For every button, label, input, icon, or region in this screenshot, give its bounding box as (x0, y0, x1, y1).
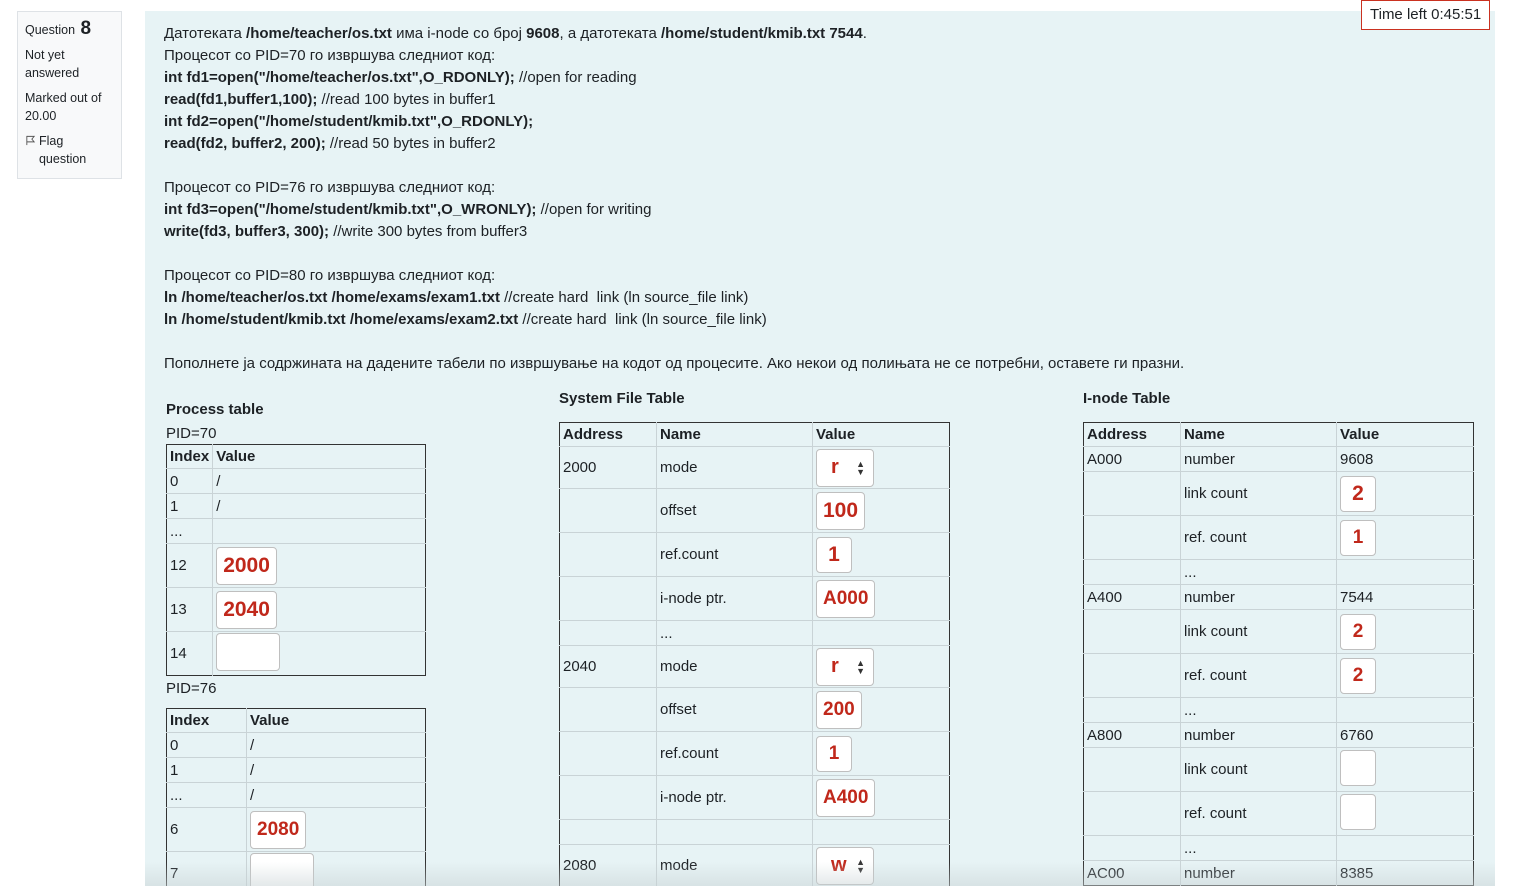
answer-field-fd-14[interactable] (216, 632, 281, 671)
linkcount-field-A400[interactable]: 2 (1340, 613, 1376, 650)
table-row: ref. count (1083, 791, 1474, 836)
answer-field-pid76-6[interactable]: 2080 (250, 810, 307, 849)
table-row: ... (559, 620, 950, 646)
mode-select-2080[interactable]: w ▲ ▼ (816, 846, 874, 885)
process-table-pid70: Index Value 0/ 1/ ... 12 2000 13 2040 14 (166, 444, 426, 676)
table-row: i-node ptr. A400 (559, 775, 950, 820)
table-row: 7 (166, 851, 426, 886)
table-row: 6 2080 (166, 807, 426, 852)
table-row: link count 2 (1083, 471, 1474, 516)
table-row: A000 number 9608 (1083, 446, 1474, 472)
offset-field-2040[interactable]: 200 (816, 690, 862, 729)
table-row: 0/ (166, 732, 426, 758)
question-info: Question 8 Not yet answered Marked out o… (17, 11, 122, 179)
table-row: 13 2040 (166, 587, 426, 632)
refcount-field-2000[interactable]: 1 (816, 536, 852, 573)
table-row: ref.count 1 (559, 731, 950, 776)
table-row: AC00 number 8385 (1083, 860, 1474, 886)
flag-icon (26, 135, 36, 146)
updown-arrow-icon: ▲ ▼ (856, 657, 865, 676)
question-state: Not yet answered (25, 48, 80, 80)
table-row (559, 819, 950, 845)
question-number: Question 8 (25, 18, 92, 39)
flag-question-link[interactable]: Flag question (25, 132, 114, 168)
refcount-field-2040[interactable]: 1 (816, 735, 852, 772)
table-row: offset 200 (559, 687, 950, 732)
table-row: ref. count 2 (1083, 653, 1474, 698)
inode-ptr-field-2040[interactable]: A400 (816, 778, 876, 817)
linkcount-field-A000[interactable]: 2 (1340, 475, 1376, 512)
table-row: ... (1083, 835, 1474, 861)
table-row: 2040 mode r ▲ ▼ (559, 645, 950, 688)
table-row: 14 (166, 631, 426, 676)
refcount-field-A000[interactable]: 1 (1340, 519, 1376, 556)
table-row: ref.count 1 (559, 532, 950, 577)
table-row: 12 2000 (166, 543, 426, 588)
updown-arrow-icon: ▲ ▼ (856, 458, 865, 477)
table-row: 2000 mode r ▲ ▼ (559, 446, 950, 489)
table-row: A800 number 6760 (1083, 722, 1474, 748)
table-row: A400 number 7544 (1083, 584, 1474, 610)
mode-select-2040[interactable]: r ▲ ▼ (816, 647, 874, 686)
inode-table-title: I-node Table (1083, 390, 1171, 407)
table-row: link count 2 (1083, 609, 1474, 654)
offset-field-2000[interactable]: 100 (816, 491, 866, 530)
table-row: ... (166, 518, 426, 544)
table-row: offset 100 (559, 488, 950, 533)
table-row: ... / (166, 782, 426, 808)
table-row: ... (1083, 559, 1474, 585)
table-row: 0/ (166, 468, 426, 494)
answer-field-pid76-7[interactable] (250, 852, 314, 886)
quiz-timer: Time left 0:45:51 (1361, 0, 1491, 30)
table-row: 1/ (166, 757, 426, 783)
answer-field-fd-13[interactable]: 2040 (216, 590, 277, 629)
system-file-table: Address Name Value 2000 mode r ▲ ▼ offset 100 r… (559, 422, 950, 886)
process-table-pid76: Index Value 0/ 1/ .../ 6 2080 7 (166, 708, 426, 886)
mode-select-2000[interactable]: r ▲ ▼ (816, 448, 874, 487)
answer-field-fd-12[interactable]: 2000 (216, 546, 277, 585)
linkcount-field-A800[interactable] (1340, 749, 1376, 786)
question-grade: Marked out of 20.00 (25, 91, 102, 123)
updown-arrow-icon: ▲ ▼ (856, 856, 865, 875)
pid76-label: PID=76 (166, 680, 217, 697)
table-row: 2080 mode w ▲ ▼ (559, 844, 950, 886)
table-row: ref. count 1 (1083, 515, 1474, 560)
inode-table: Address Name Value A000 number 9608 link cou… (1083, 422, 1474, 886)
table-row: link count (1083, 747, 1474, 792)
question-text: Датотеката /home/teacher/os.txt има i-no… (164, 25, 1185, 372)
table-row: i-node ptr. A000 (559, 576, 950, 621)
question-content: Датотеката /home/teacher/os.txt има i-no… (145, 11, 1495, 886)
pid70-label: PID=70 (166, 425, 217, 442)
system-file-table-title: System File Table (559, 390, 685, 407)
refcount-field-A800[interactable] (1340, 793, 1376, 830)
inode-ptr-field-2000[interactable]: A000 (816, 579, 876, 618)
table-row: ... (1083, 697, 1474, 723)
table-row: 1/ (166, 493, 426, 519)
process-table-title: Process table (166, 401, 264, 418)
refcount-field-A400[interactable]: 2 (1340, 657, 1376, 694)
